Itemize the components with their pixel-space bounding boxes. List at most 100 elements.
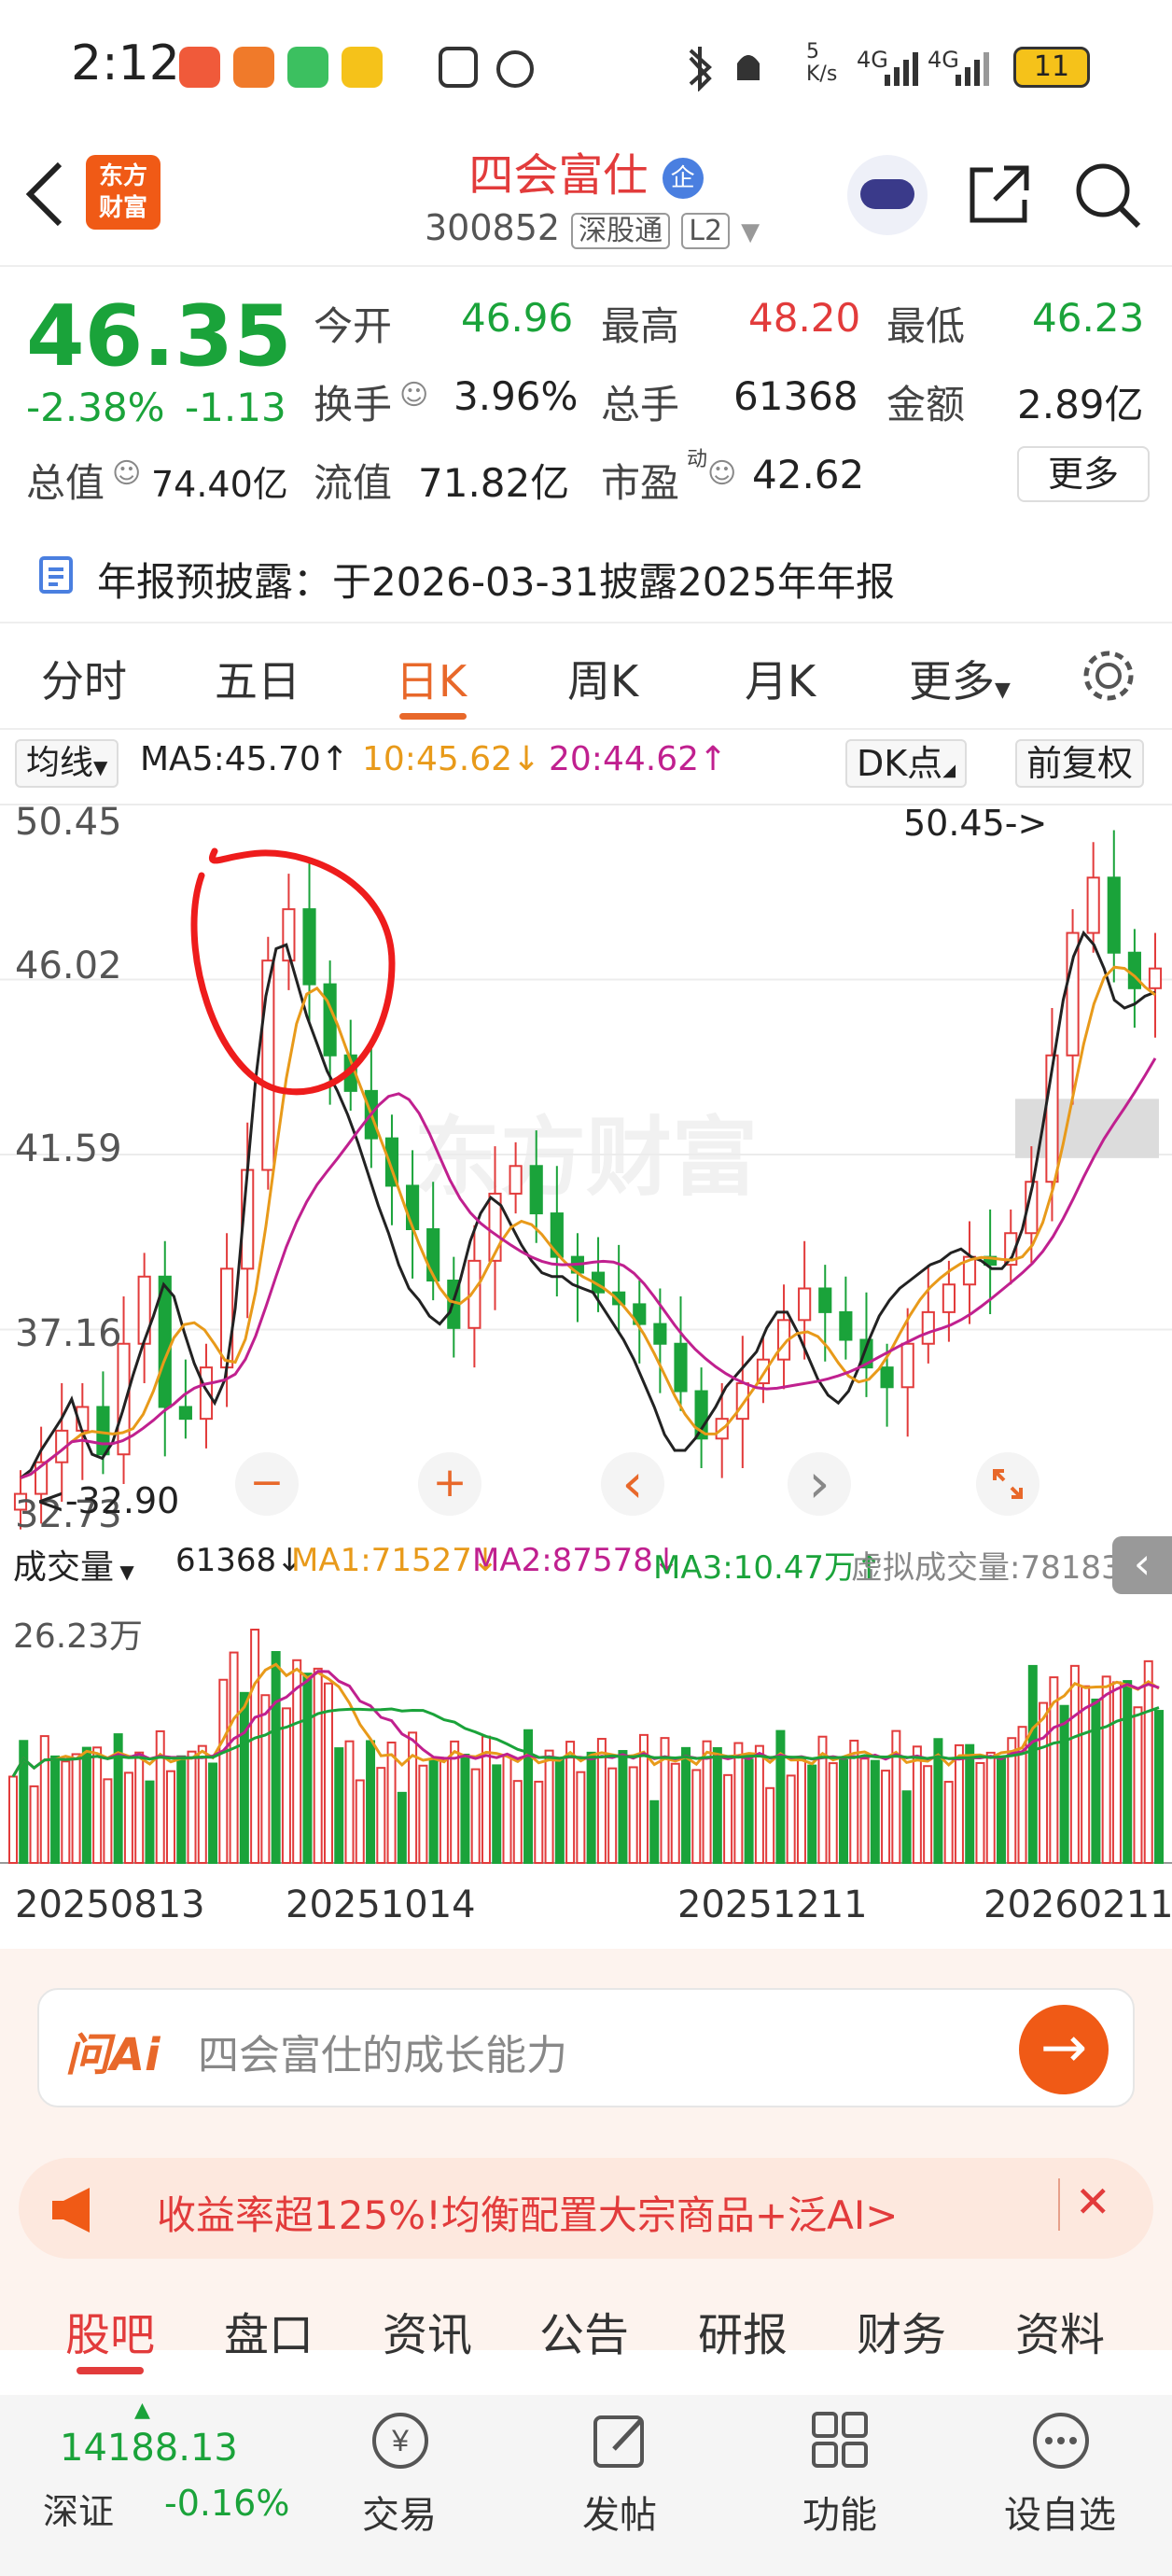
low-value: 46.23	[1032, 295, 1145, 341]
tag-l2: L2	[681, 213, 731, 249]
bluetooth-mute-icon	[689, 47, 760, 91]
search-icon[interactable]	[1073, 161, 1144, 231]
caret-down-icon: ▼	[93, 756, 108, 778]
volume-bar	[239, 1691, 249, 1864]
max-price-note: 50.45->	[903, 803, 1048, 844]
tab-monthly-k[interactable]: 月K	[745, 648, 816, 709]
volume-bar	[428, 1757, 439, 1865]
tab-profile[interactable]: 资料	[1015, 2298, 1105, 2363]
dk-point-toggle[interactable]: DK点◢	[845, 739, 968, 788]
volume-bar	[176, 1755, 187, 1864]
stock-code: 300852	[425, 207, 561, 248]
volume-bar	[334, 1747, 344, 1864]
more-button[interactable]: 更多	[1017, 446, 1150, 502]
zoom-out-button[interactable]: −	[235, 1452, 299, 1516]
volume-bar	[807, 1764, 817, 1864]
volume-bar	[1133, 1706, 1143, 1865]
signal-icon	[885, 52, 918, 86]
volume-bar	[8, 1775, 18, 1864]
volume-bar	[302, 1673, 313, 1865]
candle-body	[302, 908, 316, 986]
annual-report-notice[interactable]: 年报预披露：于2026-03-31披露2025年年报	[97, 551, 895, 608]
candle-body	[1086, 876, 1100, 934]
candlestick-chart[interactable]: 东方财富	[0, 795, 1172, 1542]
tab-finance[interactable]: 财务	[857, 2298, 946, 2363]
candle-body	[674, 1342, 688, 1393]
tab-news[interactable]: 资讯	[383, 2298, 472, 2363]
ma10-line	[20, 965, 1156, 1480]
nav-functions[interactable]: 功能	[802, 2485, 877, 2539]
volume-bar	[691, 1769, 702, 1864]
tab-announcements[interactable]: 公告	[539, 2298, 629, 2363]
adjust-mode-button[interactable]: 前复权	[1015, 739, 1145, 788]
settings-gear-icon[interactable]	[1079, 646, 1138, 706]
volume-bar	[386, 1741, 397, 1864]
volume-bar	[681, 1746, 691, 1864]
zoom-in-button[interactable]: +	[418, 1452, 481, 1516]
volume-bar	[71, 1753, 81, 1865]
volume-bar	[523, 1729, 534, 1864]
volume-bar	[439, 1757, 449, 1865]
volume-chart[interactable]	[0, 1596, 1172, 1876]
share-icon[interactable]	[967, 161, 1034, 228]
caret-down-icon: ▼	[995, 679, 1011, 702]
volume-bar	[1143, 1659, 1153, 1865]
ask-ai-submit-button[interactable]: →	[1019, 2005, 1109, 2094]
caret-down-icon[interactable]: ▼	[741, 218, 760, 246]
nav-trade[interactable]: 交易	[362, 2485, 437, 2539]
volume-bar	[565, 1741, 576, 1864]
nav-add-watchlist[interactable]: 设自选	[1004, 2485, 1116, 2539]
info-icon[interactable]: ☺	[399, 379, 428, 412]
tab-more[interactable]: 更多▼	[909, 648, 1011, 709]
close-icon[interactable]: ✕	[1075, 2177, 1111, 2227]
candle-body	[942, 1283, 956, 1313]
date-label: 20251211	[677, 1883, 868, 1926]
trade-icon[interactable]: ¥	[368, 2408, 433, 2473]
indicator-select[interactable]: 均线▼	[15, 739, 119, 788]
scroll-left-button[interactable]: ‹	[601, 1452, 664, 1516]
info-icon[interactable]: ☺	[707, 457, 736, 490]
volume-bar	[828, 1762, 838, 1864]
index-value[interactable]: 14188.13	[60, 2427, 238, 2470]
ask-ai-placeholder[interactable]: 四会富仕的成长能力	[198, 2022, 567, 2081]
side-panel-toggle[interactable]: ‹	[1112, 1536, 1172, 1594]
volume-bar	[786, 1774, 796, 1864]
fullscreen-button[interactable]	[976, 1452, 1039, 1516]
tab-research[interactable]: 研报	[698, 2298, 788, 2363]
scroll-right-button[interactable]: ›	[788, 1452, 851, 1516]
tab-intraday[interactable]: 分时	[41, 648, 127, 709]
volume-bar	[123, 1771, 133, 1864]
volume-bar	[1123, 1680, 1133, 1864]
volume-bar	[1027, 1664, 1038, 1864]
tab-five-day[interactable]: 五日	[215, 648, 300, 709]
volume-bar	[723, 1773, 733, 1864]
promo-text[interactable]: 收益率超125%!均衡配置大宗商品+泛AI>	[157, 2184, 898, 2241]
compose-icon[interactable]	[588, 2408, 653, 2473]
nav-post[interactable]: 发帖	[582, 2485, 657, 2539]
tab-pankou[interactable]: 盘口	[224, 2298, 314, 2363]
volume-bar	[197, 1744, 207, 1865]
index-name[interactable]: 深证	[43, 2483, 114, 2534]
candle-body	[921, 1310, 935, 1345]
volume-bar	[418, 1764, 428, 1864]
more-dots-icon[interactable]	[1028, 2408, 1094, 2473]
volume-bar	[775, 1729, 786, 1864]
tab-daily-k[interactable]: 日K	[396, 648, 467, 709]
volume-bar	[1081, 1685, 1091, 1864]
ai-assistant-avatar[interactable]	[847, 155, 928, 235]
tab-weekly-k[interactable]: 周K	[567, 648, 638, 709]
volume-bar	[576, 1771, 586, 1864]
info-icon[interactable]: ☺	[112, 457, 141, 490]
index-change[interactable]: -0.16%	[164, 2483, 289, 2524]
volume-indicator-select[interactable]: 成交量 ▼	[13, 1540, 134, 1589]
volume-bar	[470, 1768, 481, 1864]
volume-bar	[376, 1767, 386, 1865]
tab-guba[interactable]: 股吧	[65, 2298, 155, 2363]
volume-bar	[29, 1785, 39, 1864]
volume-bar	[534, 1780, 544, 1864]
signal-icon	[956, 52, 989, 86]
candle-body	[900, 1342, 914, 1389]
volume-bar	[271, 1650, 281, 1864]
volume-bar	[1059, 1704, 1069, 1865]
grid-apps-icon[interactable]	[808, 2408, 873, 2473]
